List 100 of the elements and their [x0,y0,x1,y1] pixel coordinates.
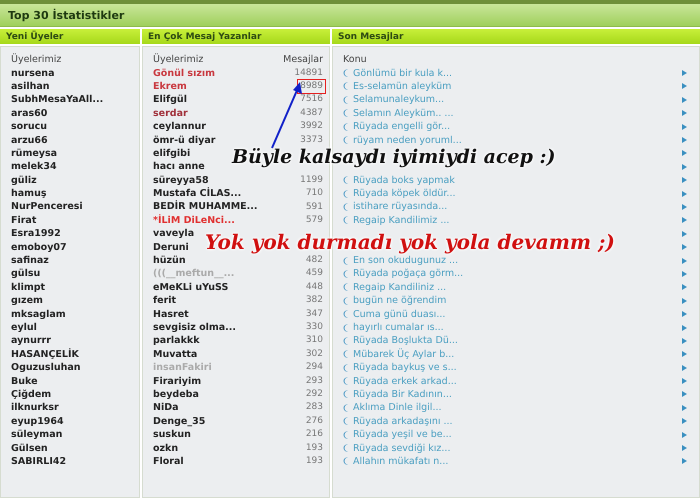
member-link[interactable]: eyup1964 [11,414,64,428]
member-link[interactable]: vaveyla [153,227,194,240]
member-link[interactable]: Esra1992 [11,227,61,240]
post-count: 14891 [293,66,324,80]
member-link[interactable]: sorucu [11,120,48,134]
member-link[interactable]: aras60 [11,106,48,120]
member-link[interactable]: eylul [11,321,37,334]
arrow-right-icon[interactable] [682,217,687,224]
member-link[interactable]: hamuş [11,187,46,200]
member-link[interactable]: süleyman [11,428,62,442]
member-link[interactable]: elifgibi [153,146,190,160]
column-label: Üyelerimiz [153,53,204,66]
member-link[interactable]: eMeKLi uYuSS [153,280,228,294]
member-link[interactable]: *İLiM DiLeNci... [153,214,235,227]
arrow-right-icon[interactable] [682,177,687,184]
member-link[interactable]: hacı anne [153,160,205,174]
member-link[interactable]: Deruni [153,240,189,254]
member-link[interactable]: klimpt [11,280,46,294]
arrow-right-icon[interactable] [682,298,687,304]
member-link[interactable]: Ekrem [153,80,187,93]
member-link[interactable]: Buke [11,374,38,388]
member-link[interactable]: NiDa [153,401,179,414]
arrow-right-icon[interactable] [682,364,687,371]
member-link[interactable]: ilknurksr [11,401,59,414]
member-link[interactable]: Gülsen [11,442,48,455]
member-link[interactable]: arzu66 [11,134,48,147]
arrow-right-icon[interactable] [682,311,687,318]
member-link[interactable]: Mustafa CİLAS... [153,187,242,200]
post-count: 448 [304,280,324,294]
post-count: 330 [304,321,324,334]
member-link[interactable]: melek34 [11,160,57,174]
member-link[interactable]: emoboy07 [11,240,67,254]
member-link[interactable]: serdar [153,106,188,120]
member-link[interactable]: beydeba [153,388,199,401]
column-header: Son Mesajlar [332,29,700,44]
member-link[interactable]: Firariyim [153,374,202,388]
member-link[interactable]: Floral [153,454,184,468]
post-count: 193 [304,442,324,455]
member-link[interactable]: suskun [153,428,191,442]
post-count: 1199 [299,174,324,187]
post-count: 382 [304,294,324,308]
member-link[interactable]: Hasret [153,308,189,321]
member-link[interactable]: ferit [153,294,176,308]
post-count: 579 [304,214,324,227]
member-link[interactable]: Elifgül [153,93,187,106]
member-link[interactable]: ömr-ü diyar [153,134,216,147]
post-count: 193 [304,454,324,468]
post-count: 482 [304,254,324,268]
arrow-right-icon[interactable] [682,324,687,330]
member-link[interactable]: NurPenceresi [11,200,83,214]
member-link[interactable]: Gönül sızım [153,66,216,80]
arrow-right-icon[interactable] [682,230,687,237]
post-count: 216 [304,428,324,442]
arrow-right-icon[interactable] [682,96,687,103]
member-link[interactable]: süreyya58 [153,174,209,187]
arrow-right-icon[interactable] [682,432,687,438]
member-link[interactable]: parlakkk [153,334,200,348]
post-count: 591 [304,200,324,214]
arrow-right-icon[interactable] [682,404,687,411]
post-count: 283 [304,401,324,414]
member-link[interactable]: güliz [11,174,37,187]
member-link[interactable]: mksaglam [11,308,66,321]
member-link[interactable]: ceylannur [153,120,206,134]
member-link[interactable]: SABIRLI42 [11,454,66,468]
member-link[interactable]: nursena [11,66,54,80]
arrow-right-icon[interactable] [682,351,687,358]
arrow-right-icon[interactable] [682,338,687,344]
column-label: Konu [343,53,367,66]
annotation-text: Büyle kalsaydı iyimiydi acep :) [232,148,556,168]
post-count: 293 [304,374,324,388]
member-link[interactable]: ozkn [153,442,178,455]
arrow-right-icon[interactable] [682,110,687,116]
member-link[interactable]: sevgisiz olma... [153,321,236,334]
arrow-right-icon[interactable] [682,164,687,170]
post-count: 3373 [299,134,324,147]
member-link[interactable]: Çiğdem [11,388,52,401]
arrow-right-icon[interactable] [682,124,687,130]
member-link[interactable]: aynurrr [11,334,51,348]
member-link[interactable]: Muvatta [153,348,198,361]
post-count: 3992 [299,120,324,134]
member-link[interactable]: Oguzusluhan [11,361,81,374]
post-count: 4387 [299,106,324,120]
member-link[interactable]: gülsu [11,267,40,280]
member-link[interactable]: gızem [11,294,43,308]
member-link[interactable]: hüzün [153,254,186,268]
member-link[interactable]: safinaz [11,254,49,268]
post-count: 310 [304,334,324,348]
column-label: Üyelerimiz [11,53,62,66]
arrow-right-icon[interactable] [682,284,687,290]
member-link[interactable]: asilhan [11,80,50,93]
member-link[interactable]: HASANÇELİK [11,348,79,361]
member-link[interactable]: BEDİR MUHAMME... [153,200,258,214]
arrow-right-icon[interactable] [682,418,687,424]
arrow-right-icon[interactable] [682,244,687,250]
member-link[interactable]: Firat [11,214,36,227]
member-link[interactable]: rümeysa [11,146,58,160]
member-link[interactable]: Denge_35 [153,414,206,428]
column-header: Yeni Üyeler [0,29,140,44]
member-link[interactable]: SubhMesaYaAll... [11,93,104,106]
post-count: 302 [304,348,324,361]
